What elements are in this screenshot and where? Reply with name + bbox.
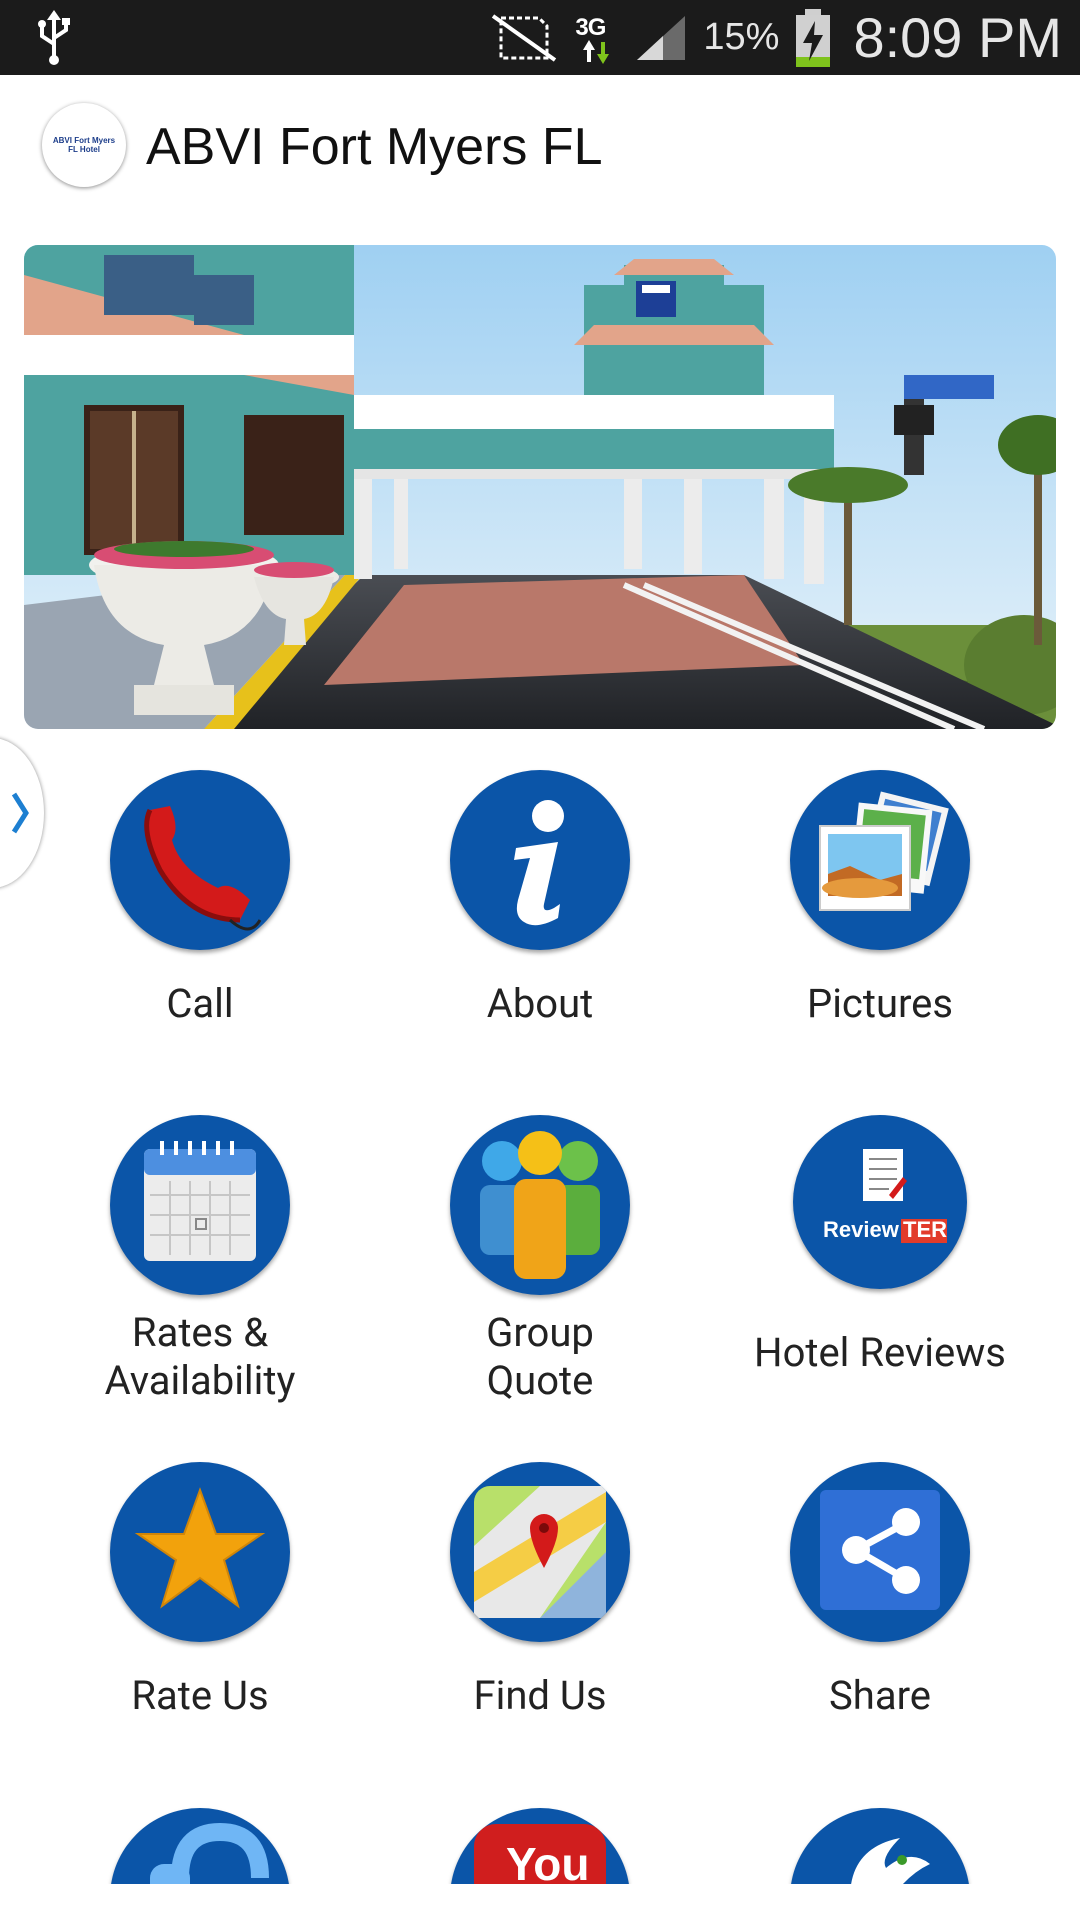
grid-item-share[interactable]: Share bbox=[710, 1462, 1050, 1720]
grid-item-rates-availability[interactable]: Rates & Availability bbox=[30, 1115, 370, 1405]
grid-item-call[interactable]: Call bbox=[30, 770, 370, 1028]
logo-text: ABVI Fort Myers FL Hotel bbox=[52, 136, 116, 154]
map-pin-icon bbox=[450, 1462, 630, 1642]
grid-item-label: Hotel Reviews bbox=[754, 1329, 1006, 1376]
signal-icon bbox=[637, 15, 686, 60]
battery-icon bbox=[796, 8, 831, 67]
label-line-2: Availability bbox=[104, 1357, 296, 1404]
grid-item-group-quote[interactable]: Group Quote bbox=[370, 1115, 710, 1405]
grid-item-label: Rate Us bbox=[131, 1672, 269, 1719]
grid-item-label: Rates & Availability bbox=[30, 1309, 370, 1405]
group-icon bbox=[450, 1115, 630, 1295]
grid-item-label: Find Us bbox=[473, 1672, 607, 1719]
network-type-label: 3G bbox=[575, 13, 606, 41]
calendar-icon bbox=[110, 1115, 290, 1295]
grid-item-label: About bbox=[486, 980, 594, 1027]
reviewter-icon: Review TER bbox=[793, 1115, 967, 1289]
info-icon bbox=[450, 770, 630, 950]
label-line-1: Rates & bbox=[131, 1309, 269, 1356]
clock: 8:09 PM bbox=[853, 6, 1062, 69]
status-bar: 3G 15% 8:09 PM bbox=[0, 0, 1080, 75]
usb-icon bbox=[38, 10, 70, 65]
svg-text:You: You bbox=[506, 1838, 589, 1884]
network-type-icon: 3G bbox=[575, 10, 619, 66]
app-title: ABVI Fort Myers FL bbox=[146, 118, 603, 176]
grid-item-about[interactable]: About bbox=[370, 770, 710, 1028]
app-logo: ABVI Fort Myers FL Hotel bbox=[42, 103, 126, 187]
star-icon bbox=[110, 1462, 290, 1642]
grid-item-rate-us[interactable]: Rate Us bbox=[30, 1462, 370, 1720]
phone-icon bbox=[110, 770, 290, 950]
photos-icon bbox=[790, 770, 970, 950]
bird-icon bbox=[790, 1808, 970, 1884]
no-sim-icon bbox=[492, 13, 557, 62]
chevron-right-icon bbox=[11, 792, 29, 834]
label-line-2: Quote bbox=[486, 1357, 594, 1404]
grid-item-hotel-reviews[interactable]: Review TER Hotel Reviews bbox=[710, 1115, 1050, 1377]
grid-item-pictures[interactable]: Pictures bbox=[710, 770, 1050, 1028]
grid-item-label: Group Quote bbox=[370, 1309, 710, 1405]
hotel-banner-image bbox=[24, 245, 1056, 729]
share-icon bbox=[790, 1462, 970, 1642]
app-header: ABVI Fort Myers FL Hotel ABVI Fort Myers… bbox=[0, 75, 1080, 225]
svg-text:TER: TER bbox=[903, 1217, 947, 1242]
youtube-icon: You bbox=[450, 1808, 630, 1884]
label-line-1: Group bbox=[486, 1309, 594, 1356]
grid-item-label: Pictures bbox=[806, 980, 954, 1027]
grid-item-find-us[interactable]: Find Us bbox=[370, 1462, 710, 1720]
grid-item-support[interactable] bbox=[30, 1808, 370, 1884]
grid-item-social[interactable] bbox=[710, 1808, 1050, 1884]
headset-icon bbox=[110, 1808, 290, 1884]
grid-item-label: Call bbox=[166, 980, 234, 1027]
grid-item-label: Share bbox=[829, 1672, 931, 1719]
battery-percent: 15% bbox=[703, 16, 780, 58]
svg-text:Review: Review bbox=[823, 1217, 900, 1242]
grid-item-youtube[interactable]: You bbox=[370, 1808, 710, 1884]
